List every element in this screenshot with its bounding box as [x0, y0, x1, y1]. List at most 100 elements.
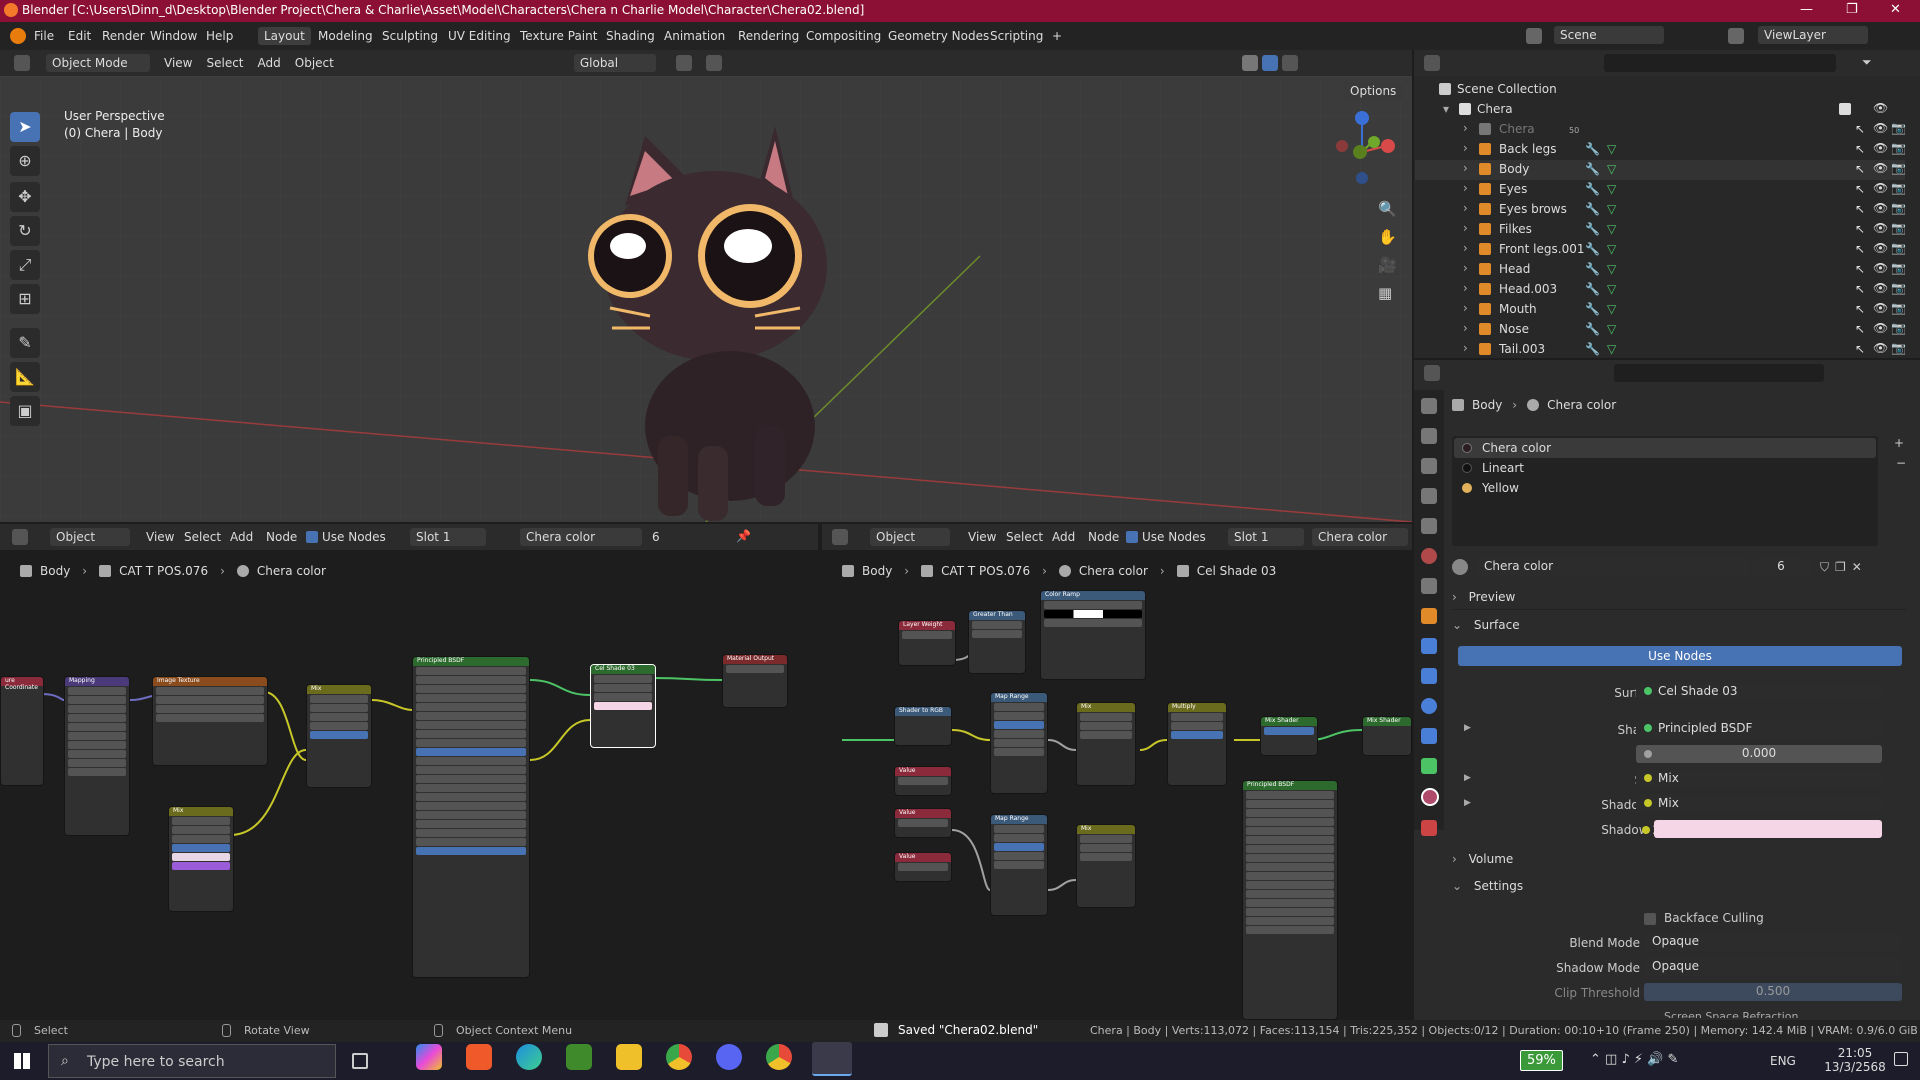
render-camera-icon[interactable]: 📷: [1891, 201, 1906, 215]
outliner-item[interactable]: › Body 🔧 ▽ ↖ 👁 📷: [1415, 160, 1906, 180]
visibility-eye-icon[interactable]: 👁: [1873, 321, 1888, 335]
node-mix[interactable]: Mix: [306, 684, 372, 788]
add-slot-button[interactable]: +: [1894, 436, 1904, 450]
node-editor-type-icon[interactable]: [832, 529, 848, 545]
scale-tool-icon[interactable]: ⤢: [10, 250, 40, 280]
rotate-tool-icon[interactable]: ↻: [10, 216, 40, 246]
node-mix-shader[interactable]: Mix Shader: [1362, 716, 1412, 756]
node-multiply[interactable]: Multiply: [1167, 702, 1227, 786]
skin-input-field[interactable]: Mix: [1636, 770, 1882, 788]
transform-orientation-dropdown[interactable]: Global: [573, 54, 656, 72]
render-camera-icon[interactable]: 📷: [1891, 221, 1906, 235]
tab-scripting[interactable]: Scripting: [984, 27, 1049, 45]
minimize-button[interactable]: —: [1800, 2, 1813, 17]
node-menu-add[interactable]: Add: [1052, 530, 1075, 544]
measure-tool-icon[interactable]: 📐: [10, 362, 40, 392]
chrome-profile-icon[interactable]: [766, 1044, 792, 1070]
properties-editor-icon[interactable]: [1424, 365, 1440, 381]
object-tab-icon[interactable]: [1421, 608, 1437, 624]
visibility-eye-icon[interactable]: 👁: [1873, 181, 1888, 195]
outliner-item[interactable]: › Back legs 🔧 ▽ ↖ 👁 📷: [1415, 140, 1906, 160]
menu-window[interactable]: Window: [150, 29, 197, 43]
remove-slot-button[interactable]: −: [1896, 456, 1906, 470]
pin-icon[interactable]: 📌: [736, 529, 751, 543]
selectable-arrow-icon[interactable]: ↖: [1855, 162, 1865, 176]
node-texture-coordinate[interactable]: ure Coordinate: [0, 676, 44, 786]
constraints-tab-icon[interactable]: [1421, 728, 1437, 744]
material-name-field[interactable]: Chera color: [1476, 558, 1750, 576]
material-tab-icon[interactable]: [1421, 788, 1439, 806]
mesh-data-triangle-icon[interactable]: ▽: [1607, 302, 1616, 316]
expand-right-icon[interactable]: ›: [1463, 221, 1468, 235]
data-tab-icon[interactable]: [1421, 758, 1437, 774]
unlink-material-icon[interactable]: ✕: [1852, 560, 1862, 574]
mesh-data-triangle-icon[interactable]: ▽: [1607, 282, 1616, 296]
material-users-count[interactable]: 6: [1752, 558, 1810, 576]
render-camera-icon[interactable]: 📷: [1891, 241, 1906, 255]
render-camera-icon[interactable]: 📷: [1891, 261, 1906, 275]
blend-mode-dropdown[interactable]: Opaque: [1644, 933, 1902, 951]
mesh-data-triangle-icon[interactable]: ▽: [1607, 322, 1616, 336]
properties-search-input[interactable]: [1614, 364, 1824, 382]
mesh-data-triangle-icon[interactable]: ▽: [1607, 202, 1616, 216]
filter-icon[interactable]: ⏷: [1862, 55, 1872, 70]
outliner-item[interactable]: › Eyes brows 🔧 ▽ ↖ 👁 📷: [1415, 200, 1906, 220]
cursor-tool-icon[interactable]: ⊕: [10, 146, 40, 176]
outliner-item[interactable]: › Head.003 🔧 ▽ ↖ 👁 📷: [1415, 280, 1906, 300]
material-selector[interactable]: Chera color: [1312, 528, 1408, 546]
add-cube-tool-icon[interactable]: ▣: [10, 396, 40, 426]
menu-edit[interactable]: Edit: [68, 29, 91, 43]
select-tool-icon[interactable]: ➤: [10, 112, 40, 142]
brave-app-icon[interactable]: [466, 1044, 492, 1070]
pan-hand-icon[interactable]: ✋: [1378, 228, 1397, 246]
visibility-eye-icon[interactable]: 👁: [1873, 121, 1888, 135]
node-canvas-right[interactable]: Layer Weight Greater Than Color Ramp Sha…: [822, 590, 1412, 1020]
selectable-arrow-icon[interactable]: ↖: [1855, 182, 1865, 196]
shading-rendered-icon[interactable]: [1281, 55, 1298, 71]
object-mode-dropdown[interactable]: Object Mode: [46, 54, 150, 72]
visibility-eye-icon[interactable]: 👁: [1873, 281, 1888, 295]
transform-tool-icon[interactable]: ⊞: [10, 284, 40, 314]
viewport-menu-add[interactable]: Add: [258, 56, 281, 70]
outliner-item[interactable]: › Filkes 🔧 ▽ ↖ 👁 📷: [1415, 220, 1906, 240]
render-tab-icon[interactable]: [1421, 428, 1437, 444]
selectable-arrow-icon[interactable]: ↖: [1855, 302, 1865, 316]
tab-texture-paint[interactable]: Texture Paint: [514, 27, 603, 45]
modifier-wrench-icon[interactable]: 🔧: [1585, 242, 1600, 256]
outliner-search-input[interactable]: [1604, 54, 1836, 72]
expand-shader-icon[interactable]: ▶: [1464, 723, 1471, 733]
world-tab-icon[interactable]: [1421, 548, 1437, 564]
outliner-item[interactable]: › Eyes 🔧 ▽ ↖ 👁 📷: [1415, 180, 1906, 200]
material-selector[interactable]: Chera color: [520, 528, 642, 546]
slot-dropdown[interactable]: Slot 1: [410, 528, 486, 546]
shading-solid-icon[interactable]: [1241, 55, 1258, 71]
viewport-menu-view[interactable]: View: [164, 56, 192, 70]
material-slot-row[interactable]: Chera color: [1454, 438, 1876, 458]
edge-app-icon[interactable]: [516, 1044, 542, 1070]
modifier-wrench-icon[interactable]: 🔧: [1585, 162, 1600, 176]
render-camera-icon[interactable]: 📷: [1891, 181, 1906, 195]
selectable-arrow-icon[interactable]: ↖: [1855, 262, 1865, 276]
outliner-item[interactable]: › Tail.003 🔧 ▽ ↖ 👁 📷: [1415, 340, 1906, 360]
shadow1-input-field[interactable]: Mix: [1636, 795, 1882, 813]
selectable-arrow-icon[interactable]: ↖: [1855, 142, 1865, 156]
outliner-scene-collection[interactable]: Scene Collection: [1415, 80, 1905, 100]
node-mix-shader[interactable]: Mix Shader: [1260, 716, 1318, 756]
camera-view-icon[interactable]: 🎥: [1378, 256, 1397, 274]
material-browse-icon[interactable]: [1452, 559, 1468, 575]
outliner-item[interactable]: › Mouth 🔧 ▽ ↖ 👁 📷: [1415, 300, 1906, 320]
expand-right-icon[interactable]: ›: [1463, 241, 1468, 255]
move-tool-icon[interactable]: ✥: [10, 182, 40, 212]
outliner-item[interactable]: › Chera 50 ↖ 👁 📷: [1415, 120, 1906, 140]
node-menu-select[interactable]: Select: [1006, 530, 1043, 544]
minecraft-app-icon[interactable]: [566, 1044, 592, 1070]
visibility-eye-icon[interactable]: 👁: [1873, 101, 1888, 115]
visibility-eye-icon[interactable]: 👁: [1873, 261, 1888, 275]
add-workspace-button[interactable]: +: [1052, 29, 1062, 43]
section-surface[interactable]: ⌄ Surface: [1452, 618, 1906, 638]
mesh-data-triangle-icon[interactable]: ▽: [1607, 222, 1616, 236]
clock[interactable]: 21:05 13/3/2568: [1820, 1046, 1890, 1074]
blender-app-icon[interactable]: [812, 1042, 852, 1076]
view-layer-tab-icon[interactable]: [1421, 488, 1437, 504]
options-dropdown[interactable]: Options: [1344, 82, 1403, 100]
